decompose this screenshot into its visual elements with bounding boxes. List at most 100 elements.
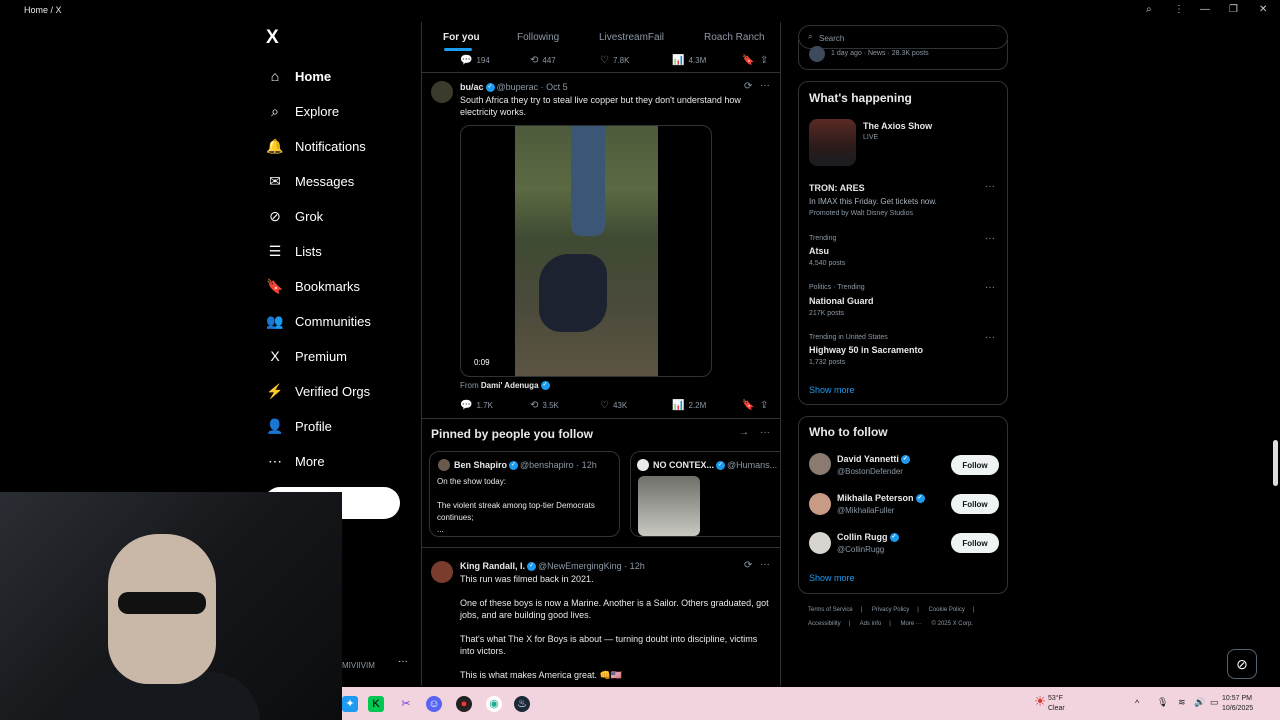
reply-button[interactable]: 💬 1.7K bbox=[460, 400, 493, 411]
views-button[interactable]: 📊 2.2M bbox=[672, 400, 706, 411]
footer-links-row: Accessibility | Ads info | More ··· © 2025… bbox=[808, 621, 973, 627]
accessibility-link[interactable]: Accessibility bbox=[808, 621, 841, 627]
weather-icon[interactable]: ☀ bbox=[1032, 693, 1048, 709]
tweet-author[interactable]: King Randall, I. ✓ @NewEmergingKing · 12h bbox=[460, 561, 645, 572]
grok-floating-button[interactable]: ⊘ bbox=[1227, 649, 1257, 679]
nav-item-bookmarks[interactable]: 🔖 Bookmarks bbox=[266, 274, 360, 298]
follow-button[interactable]: Follow bbox=[951, 455, 999, 475]
grok-tweet-icon[interactable]: ⟳ bbox=[744, 81, 752, 92]
nav-item-premium[interactable]: X Premium bbox=[266, 344, 347, 368]
avatar[interactable] bbox=[431, 561, 453, 583]
views-button[interactable]: 📊 4.3M bbox=[672, 55, 706, 66]
close-icon[interactable]: ✕ bbox=[1259, 4, 1267, 15]
module-more-icon[interactable]: ··· bbox=[760, 427, 770, 438]
nav-item-profile[interactable]: 👤 Profile bbox=[266, 414, 332, 438]
tweet-video[interactable]: 0:09 bbox=[460, 125, 712, 377]
menu-dots-icon[interactable]: ⋮ bbox=[1174, 4, 1184, 15]
account-label[interactable]: MIVIIVIM bbox=[342, 661, 375, 670]
privacy-link[interactable]: Privacy Policy bbox=[872, 607, 909, 613]
tab-following[interactable]: Following bbox=[517, 32, 559, 43]
reply-button[interactable]: 💬 194 bbox=[460, 55, 490, 66]
bookmark-button[interactable]: 🔖 bbox=[742, 55, 754, 66]
pinned-module-title: Pinned by people you follow bbox=[431, 427, 594, 441]
repost-button[interactable]: ⟲ 447 bbox=[530, 55, 556, 66]
terms-link[interactable]: Terms of Service bbox=[808, 607, 853, 613]
user-name[interactable]: Collin Rugg ✓ bbox=[837, 532, 901, 543]
snipping-tool-icon[interactable]: ✂ bbox=[398, 696, 414, 712]
scrollbar-thumb[interactable] bbox=[1273, 440, 1278, 486]
wifi-icon[interactable]: ≋ bbox=[1178, 697, 1186, 708]
avatar[interactable] bbox=[809, 493, 831, 515]
nav-item-notifications[interactable]: 🔔 Notifications bbox=[266, 134, 366, 158]
avatar[interactable] bbox=[809, 453, 831, 475]
obs-icon[interactable]: ● bbox=[456, 696, 472, 712]
share-button[interactable]: ⇪ bbox=[760, 400, 768, 411]
trend-more-icon[interactable]: ··· bbox=[985, 181, 995, 192]
clock-date[interactable]: 10/6/2025 bbox=[1222, 705, 1253, 712]
discord-icon[interactable]: ☺ bbox=[426, 696, 442, 712]
chrome-icon[interactable]: ◉ bbox=[486, 696, 502, 712]
like-button[interactable]: ♡ 43K bbox=[600, 400, 627, 411]
kick-app-icon[interactable]: K bbox=[368, 696, 384, 712]
nav-item-grok[interactable]: ⊘ Grok bbox=[266, 204, 323, 228]
show-more-link[interactable]: Show more bbox=[809, 573, 855, 583]
show-more-link[interactable]: Show more bbox=[809, 385, 855, 395]
scrollbar[interactable] bbox=[1271, 22, 1280, 686]
cookie-link[interactable]: Cookie Policy bbox=[929, 607, 965, 613]
zoom-icon[interactable]: ⌕ bbox=[1146, 4, 1152, 15]
tweet-author[interactable]: bu/ac ✓ @buperac · Oct 5 bbox=[460, 82, 568, 93]
trend-name[interactable]: Atsu bbox=[809, 246, 829, 256]
nav-item-communities[interactable]: 👥 Communities bbox=[266, 309, 371, 333]
grok-tweet-icon[interactable]: ⟳ bbox=[744, 560, 752, 571]
more-link[interactable]: More ··· bbox=[901, 621, 922, 627]
bookmark-button[interactable]: 🔖 bbox=[742, 400, 754, 411]
tray-chevron-icon[interactable]: ^ bbox=[1135, 698, 1139, 708]
share-icon: ⇪ bbox=[760, 55, 769, 66]
trend-name[interactable]: National Guard bbox=[809, 296, 874, 306]
nav-item-messages[interactable]: ✉ Messages bbox=[266, 169, 354, 193]
tweet-more-icon[interactable]: ··· bbox=[760, 80, 770, 91]
like-button[interactable]: ♡ 7.8K bbox=[600, 55, 629, 66]
tab-for-you[interactable]: For you bbox=[443, 32, 480, 43]
trend-name[interactable]: Highway 50 in Sacramento bbox=[809, 345, 923, 355]
microphone-icon[interactable]: 🎙 bbox=[1157, 697, 1168, 708]
promo-title[interactable]: TRON: ARES bbox=[809, 183, 865, 193]
tweet-text: That's what The X for Boys is about — tu… bbox=[460, 634, 758, 656]
tab-livestreamfail[interactable]: LivestreamFail bbox=[599, 32, 664, 43]
pinned-card[interactable]: Ben Shapiro ✓ @benshapiro · 12h On the sho… bbox=[429, 451, 620, 537]
steam-icon[interactable]: ♨ bbox=[514, 696, 530, 712]
nav-item-home[interactable]: ⌂ Home bbox=[266, 64, 331, 88]
live-thumbnail[interactable] bbox=[809, 119, 856, 166]
share-button[interactable]: ⇪ bbox=[760, 55, 768, 66]
battery-icon[interactable]: ▭ bbox=[1210, 697, 1219, 708]
nav-item-verified-orgs[interactable]: ⚡ Verified Orgs bbox=[266, 379, 370, 403]
pinned-card[interactable]: NO CONTEX... ✓ @Humans... bbox=[630, 451, 780, 537]
tweet-more-icon[interactable]: ··· bbox=[760, 559, 770, 570]
minimize-icon[interactable]: — bbox=[1200, 4, 1210, 15]
nav-item-explore[interactable]: ⌕ Explore bbox=[266, 99, 339, 123]
twitter-app-icon[interactable]: ✦ bbox=[342, 696, 358, 712]
avatar[interactable] bbox=[431, 81, 453, 103]
nav-item-lists[interactable]: ☰ Lists bbox=[266, 239, 322, 263]
x-logo-icon: X bbox=[270, 348, 280, 364]
account-more-icon[interactable]: ··· bbox=[398, 656, 408, 667]
trend-more-icon[interactable]: ··· bbox=[985, 282, 995, 293]
trend-more-icon[interactable]: ··· bbox=[985, 233, 995, 244]
user-name[interactable]: Mikhaila Peterson ✓ bbox=[837, 493, 927, 504]
ads-info-link[interactable]: Ads info bbox=[860, 621, 882, 627]
follow-button[interactable]: Follow bbox=[951, 533, 999, 553]
follow-button[interactable]: Follow bbox=[951, 494, 999, 514]
repost-button[interactable]: ⟲ 3.5K bbox=[530, 400, 559, 411]
speaker-icon[interactable]: 🔊 bbox=[1194, 697, 1205, 708]
video-source[interactable]: From Dami' Adenuga ✓ bbox=[460, 381, 552, 391]
clock-time[interactable]: 10:57 PM bbox=[1222, 695, 1252, 702]
trend-more-icon[interactable]: ··· bbox=[985, 332, 995, 343]
user-name[interactable]: David Yannetti ✓ bbox=[837, 454, 912, 465]
x-logo[interactable]: X bbox=[266, 27, 279, 49]
avatar[interactable] bbox=[809, 532, 831, 554]
live-show-name[interactable]: The Axios Show bbox=[863, 121, 932, 131]
arrow-right-icon[interactable]: → bbox=[739, 427, 749, 438]
tab-roach-ranch[interactable]: Roach Ranch bbox=[704, 32, 765, 43]
nav-item-more[interactable]: ⋯ More bbox=[266, 449, 325, 473]
maximize-icon[interactable]: ❐ bbox=[1229, 4, 1238, 15]
